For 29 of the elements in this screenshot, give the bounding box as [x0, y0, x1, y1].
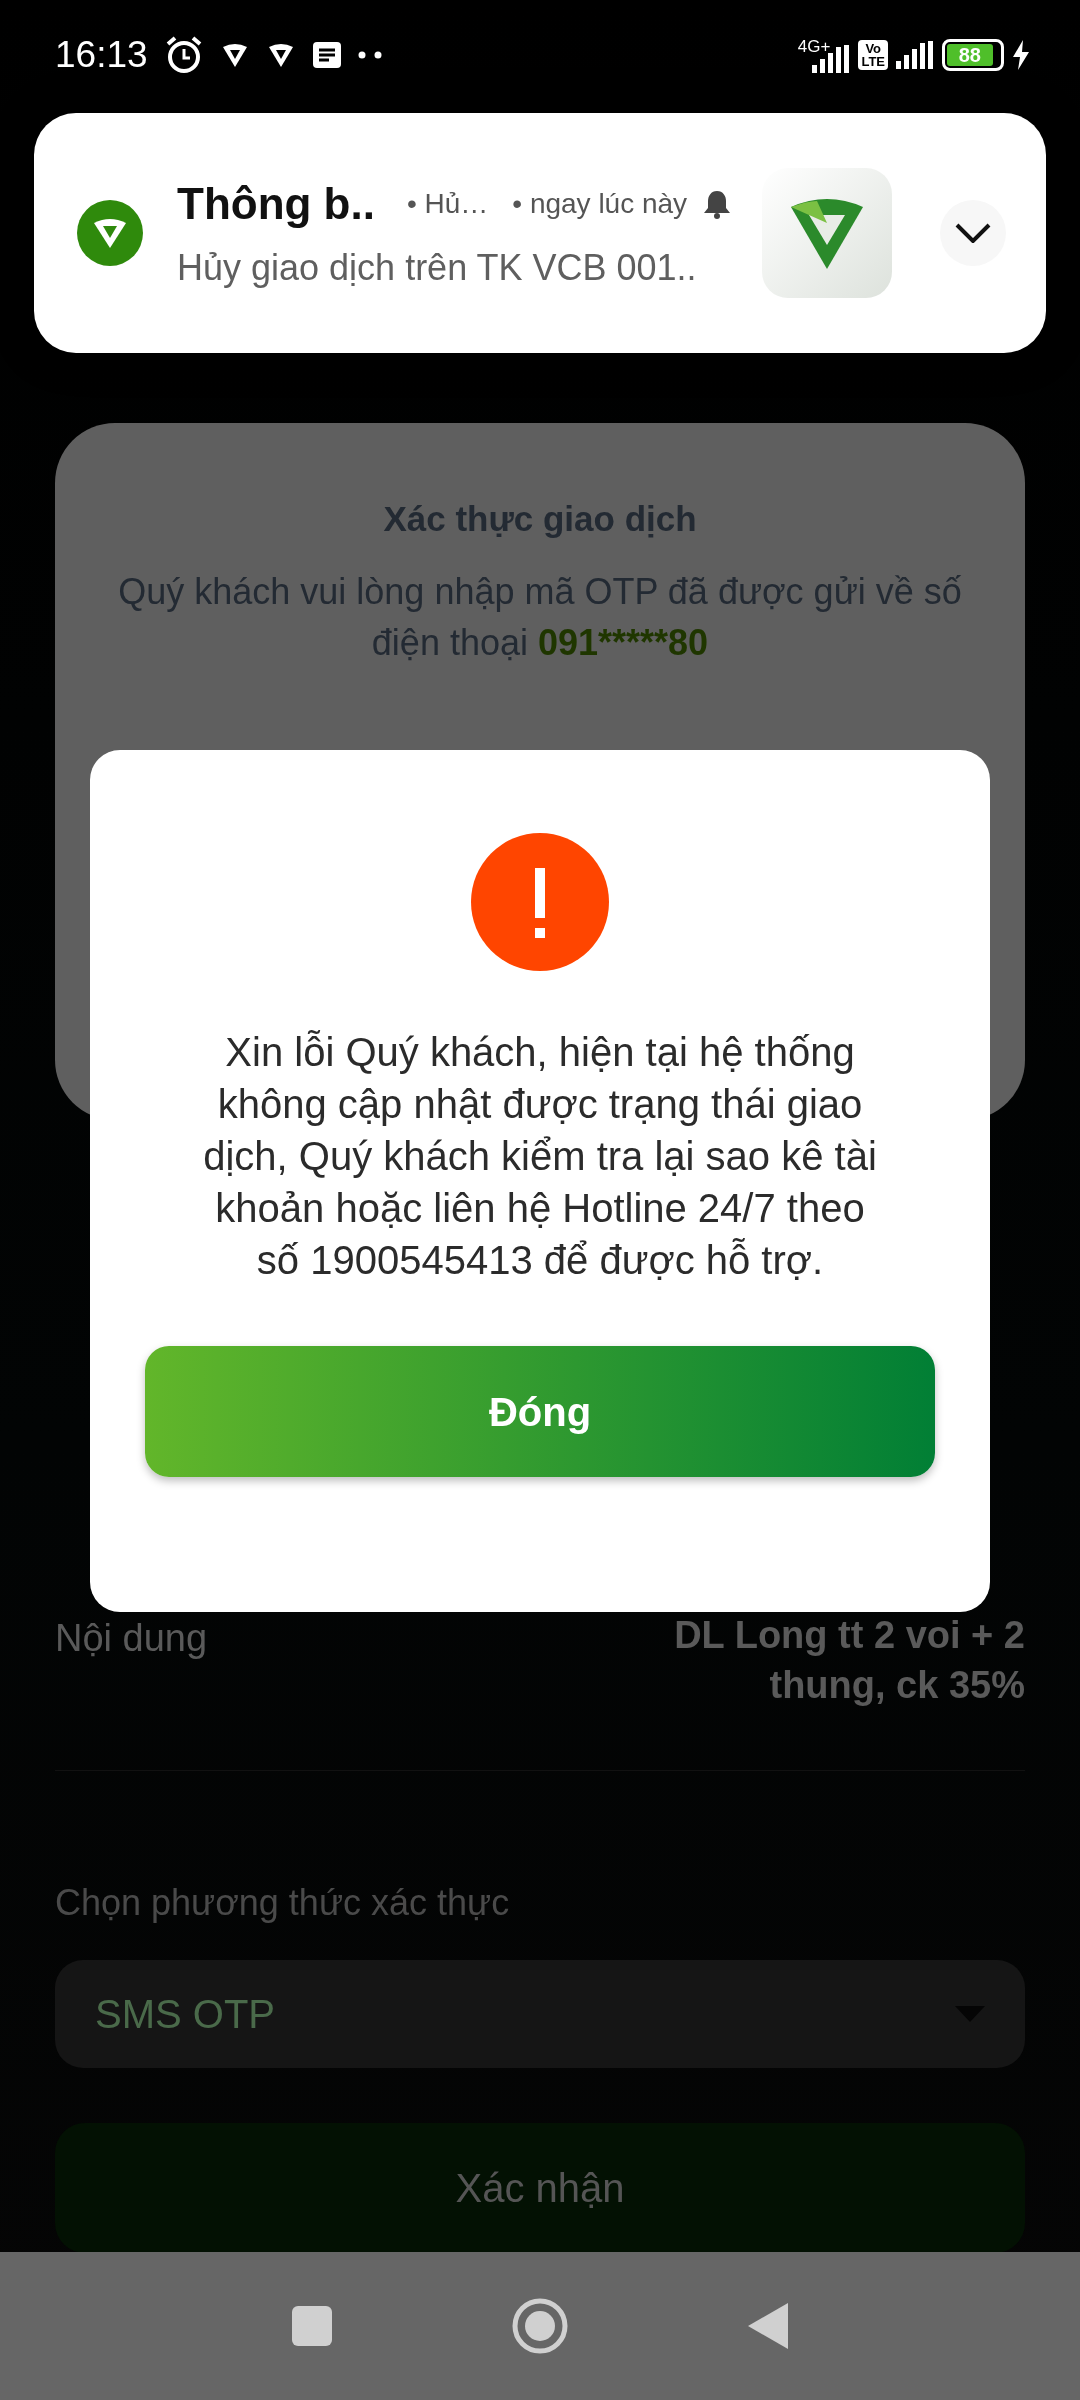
clock-text: 16:13	[55, 33, 148, 78]
card-title: Xác thực giao dịch	[382, 498, 698, 540]
battery-level-text: 88	[947, 44, 993, 66]
method-dropdown[interactable]: SMS OTP	[55, 1960, 1025, 2068]
detail-label: Nội dung	[55, 1616, 208, 1661]
volte-badge: Vo LTE	[858, 40, 888, 70]
notification-subtext: • Hủ…	[406, 187, 489, 221]
back-icon[interactable]	[748, 2303, 788, 2349]
home-icon[interactable]	[512, 2298, 568, 2354]
bell-icon	[703, 189, 732, 219]
close-button[interactable]: Đóng	[145, 1346, 935, 1477]
field-label: Chọn phương thức xác thực	[55, 1881, 511, 1925]
charging-icon	[1012, 40, 1030, 70]
message-icon	[311, 41, 342, 69]
app-icon	[77, 200, 143, 266]
notification-time: • ngay lúc này	[512, 187, 688, 221]
notification-card[interactable]: Thông b.. • Hủ… • ngay lúc này Hủy giao dịch trên TK VCB 001..	[34, 113, 1046, 353]
otp-message: Quý khách vui lòng nhập mã OTP đã được gửi về số điện thoại 091*****80	[117, 569, 963, 665]
app-logo-icon	[762, 168, 892, 298]
detail-value: DL Long tt 2 voi + 2 thung, ck 35%	[673, 1613, 1025, 1708]
network-type-text: 4G+	[797, 37, 831, 55]
notification-body: Hủy giao dịch trên TK VCB 001..	[177, 246, 698, 290]
warning-icon	[471, 833, 609, 971]
confirm-button[interactable]: Xác nhận	[55, 2123, 1025, 2253]
signal-icon	[896, 41, 934, 69]
dialog-message: Xin lỗi Quý khách, hiện tại hệ thống không cập nhật được trạng thái giao dịch, Quý khách kiểm tra lại sao kê tài khoản hoặc liên hệ Hotline 24/7 theo số 1900545413 để được hỗ trợ.	[202, 1029, 878, 1284]
more-dots-icon	[357, 51, 384, 59]
notification-title: Thông b..	[177, 178, 375, 230]
chevron-down-icon	[955, 223, 991, 243]
